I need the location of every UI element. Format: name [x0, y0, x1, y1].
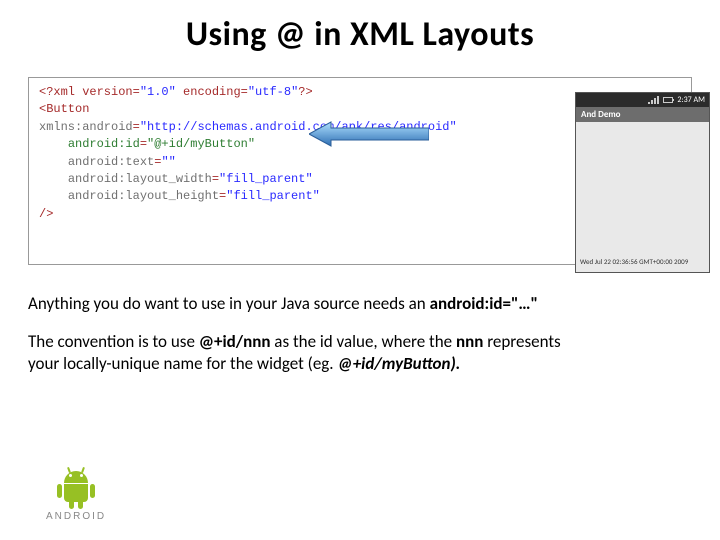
phone-appbar: And Demo [576, 107, 709, 122]
bold-text: android:id="…" [430, 293, 538, 314]
code-token: android:text [68, 155, 154, 169]
code-token: xmlns:android [39, 120, 133, 134]
text: The convention is to use [28, 331, 199, 352]
text: Anything you do want to use in your Java… [28, 293, 430, 314]
code-token: /> [39, 207, 53, 221]
signal-icon [648, 96, 659, 104]
code-token: "1.0" [140, 85, 176, 99]
code-token: <?xml version= [39, 85, 140, 99]
bold-italic-text: ). [450, 353, 460, 374]
paragraph-2: The convention is to use @+id/nnn as the… [28, 331, 588, 375]
bold-text: nnn [456, 331, 483, 352]
code-token: "fill_parent" [219, 172, 313, 186]
bold-text: @+id/nnn [199, 331, 271, 352]
code-token: "http://schemas.android.com/apk/res/andr… [140, 120, 457, 134]
body-text: Anything you do want to use in your Java… [28, 293, 588, 375]
android-logo: android [46, 469, 106, 522]
code-token: = [140, 137, 147, 151]
slide-title: Using @ in XML Layouts [28, 14, 692, 55]
phone-screen: Wed Jul 22 02:36:56 GMT+00:00 2009 [576, 122, 709, 272]
code-token: encoding= [176, 85, 248, 99]
battery-icon [663, 97, 673, 103]
android-wordmark: android [46, 511, 106, 522]
code-token: = [212, 172, 219, 186]
code-token: "@+id/myButton" [147, 137, 255, 151]
statusbar-time: 2:37 AM [677, 95, 705, 105]
code-token: android:layout_height [68, 189, 219, 203]
code-token: <Button [39, 102, 89, 116]
code-token: ?> [298, 85, 312, 99]
paragraph-1: Anything you do want to use in your Java… [28, 293, 588, 315]
code-token: android:id [68, 137, 140, 151]
phone-statusbar: 2:37 AM [576, 93, 709, 107]
code-token: android:layout_width [68, 172, 212, 186]
code-token: = [133, 120, 140, 134]
android-robot-icon [53, 469, 99, 507]
bold-italic-text: @+id/myButton [337, 353, 450, 374]
code-token: "" [161, 155, 175, 169]
slide: Using @ in XML Layouts <?xml version="1.… [0, 0, 720, 540]
phone-mockup: 2:37 AM And Demo Wed Jul 22 02:36:56 GMT… [575, 92, 710, 273]
code-token: "fill_parent" [226, 189, 320, 203]
phone-date-line: Wed Jul 22 02:36:56 GMT+00:00 2009 [580, 257, 688, 266]
code-token: "utf-8" [248, 85, 298, 99]
text: as the id value, where the [270, 331, 456, 352]
